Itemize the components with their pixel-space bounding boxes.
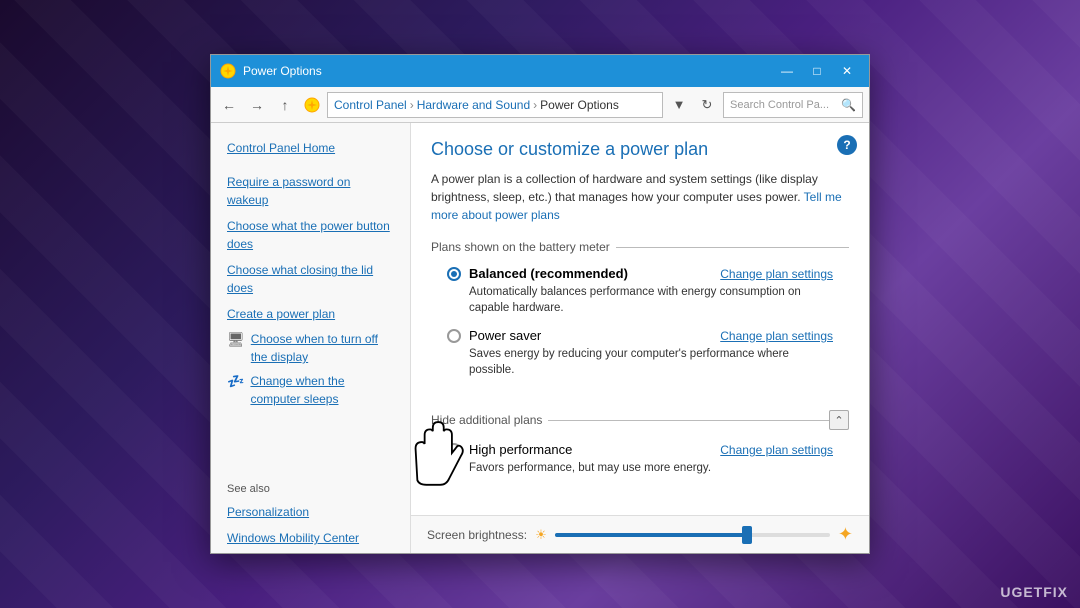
plan-high-perf-radio[interactable] <box>447 443 461 457</box>
plan-high-perf-desc: Favors performance, but may use more ene… <box>469 460 833 476</box>
back-button[interactable]: ← <box>217 93 241 117</box>
main-area: Control Panel Home Require a password on… <box>211 123 869 553</box>
minimize-button[interactable]: — <box>773 60 801 82</box>
content-area: ? Choose or customize a power plan A pow… <box>411 123 869 553</box>
brightness-slider[interactable] <box>555 533 830 537</box>
sidebar-personalization[interactable]: Personalization <box>211 499 410 525</box>
plan-high-perf-header: High performance Change plan settings <box>447 442 833 457</box>
help-button[interactable]: ? <box>837 135 857 155</box>
dropdown-button[interactable]: ▼ <box>667 93 691 117</box>
search-icon[interactable]: 🔍 <box>841 98 856 112</box>
additional-plans-group: High performance Change plan settings Fa… <box>431 434 849 496</box>
sidebar-user-accounts[interactable]: User Accounts <box>211 551 410 553</box>
sidebar-create-plan[interactable]: Create a power plan <box>211 301 410 327</box>
plan-power-saver-header: Power saver Change plan settings <box>447 328 833 343</box>
plan-balanced-label[interactable]: Balanced (recommended) <box>447 266 628 281</box>
breadcrumb-sep-1: › <box>410 98 414 112</box>
address-icon <box>303 96 321 114</box>
plan-balanced-radio[interactable] <box>447 267 461 281</box>
plan-high-performance: High performance Change plan settings Fa… <box>447 442 833 476</box>
plan-high-perf-change[interactable]: Change plan settings <box>720 443 833 457</box>
up-button[interactable]: ↑ <box>273 93 297 117</box>
page-description: A power plan is a collection of hardware… <box>431 170 849 224</box>
plans-shown-header: Plans shown on the battery meter <box>431 240 849 254</box>
hide-plans-divider <box>548 420 829 421</box>
sidebar-turn-off-display[interactable]: 🖥 Choose when to turn off the display <box>211 327 410 369</box>
plans-shown-divider <box>616 247 849 248</box>
plan-power-saver-change[interactable]: Change plan settings <box>720 329 833 343</box>
collapse-button[interactable]: ⌃ <box>829 410 849 430</box>
page-title: Choose or customize a power plan <box>431 139 849 160</box>
plan-balanced: Balanced (recommended) Change plan setti… <box>447 266 833 316</box>
sidebar-closing-lid[interactable]: Choose what closing the lid does <box>211 257 410 301</box>
plan-power-saver-desc: Saves energy by reducing your computer's… <box>469 346 833 378</box>
brightness-sun-right-icon: ✦ <box>838 524 853 545</box>
plans-shown-label: Plans shown on the battery meter <box>431 240 616 254</box>
window-title: Power Options <box>243 64 773 78</box>
refresh-button[interactable]: ↻ <box>695 93 719 117</box>
plan-balanced-name: Balanced (recommended) <box>469 266 628 281</box>
breadcrumb-control-panel[interactable]: Control Panel <box>334 98 407 112</box>
sidebar-sleep[interactable]: 💤 Change when the computer sleeps <box>211 369 410 411</box>
search-bar[interactable]: Search Control Pa... 🔍 <box>723 92 863 118</box>
plan-power-saver-name: Power saver <box>469 328 541 343</box>
brightness-fill <box>555 533 748 537</box>
breadcrumb[interactable]: Control Panel › Hardware and Sound › Pow… <box>327 92 663 118</box>
search-placeholder: Search Control Pa... <box>730 99 841 111</box>
plan-high-perf-name: High performance <box>469 442 572 457</box>
sidebar-home[interactable]: Control Panel Home <box>211 135 410 161</box>
monitor-icon: 🖥 <box>227 331 245 348</box>
brightness-thumb[interactable] <box>742 526 752 544</box>
see-also-label: See also <box>211 471 410 499</box>
breadcrumb-sep-2: › <box>533 98 537 112</box>
plan-high-perf-label[interactable]: High performance <box>447 442 572 457</box>
brightness-sun-left-icon: ☀ <box>535 527 547 543</box>
title-bar: Power Options — □ ✕ <box>211 55 869 87</box>
power-options-window: Power Options — □ ✕ ← → ↑ Control Panel … <box>210 54 870 554</box>
plan-balanced-desc: Automatically balances performance with … <box>469 284 833 316</box>
sidebar-mobility-center[interactable]: Windows Mobility Center <box>211 525 410 551</box>
main-plans-group: Balanced (recommended) Change plan setti… <box>431 258 849 398</box>
forward-button[interactable]: → <box>245 93 269 117</box>
hide-plans-label: Hide additional plans <box>431 413 548 427</box>
close-button[interactable]: ✕ <box>833 60 861 82</box>
watermark: UGETFIX <box>1000 584 1068 600</box>
plan-power-saver: Power saver Change plan settings Saves e… <box>447 328 833 378</box>
breadcrumb-current: Power Options <box>540 98 619 112</box>
breadcrumb-hardware[interactable]: Hardware and Sound <box>417 98 530 112</box>
hide-plans-header: Hide additional plans ⌃ <box>431 410 849 430</box>
plan-power-saver-radio[interactable] <box>447 329 461 343</box>
brightness-bar: Screen brightness: ☀ ✦ <box>411 515 869 553</box>
plan-balanced-change[interactable]: Change plan settings <box>720 267 833 281</box>
sidebar: Control Panel Home Require a password on… <box>211 123 411 553</box>
brightness-label: Screen brightness: <box>427 528 527 542</box>
sleep-icon: 💤 <box>227 373 244 390</box>
sidebar-power-button[interactable]: Choose what the power button does <box>211 213 410 257</box>
address-bar: ← → ↑ Control Panel › Hardware and Sound… <box>211 87 869 123</box>
sidebar-require-password[interactable]: Require a password on wakeup <box>211 169 410 213</box>
plan-power-saver-label[interactable]: Power saver <box>447 328 541 343</box>
title-bar-controls: — □ ✕ <box>773 60 861 82</box>
plan-balanced-header: Balanced (recommended) Change plan setti… <box>447 266 833 281</box>
maximize-button[interactable]: □ <box>803 60 831 82</box>
window-icon <box>219 62 237 80</box>
